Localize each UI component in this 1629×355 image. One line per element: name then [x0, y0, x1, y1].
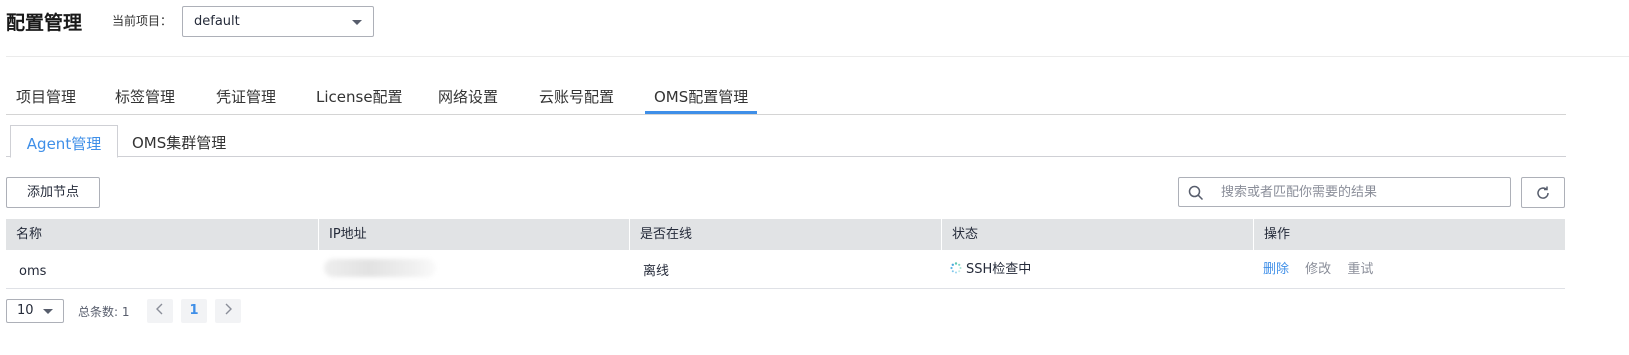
edit-link[interactable]: 修改 [1305, 262, 1331, 277]
sub-tabs: Agent管理 OMS集群管理 [6, 125, 1566, 158]
chevron-left-icon [156, 303, 163, 315]
total-count: 总条数: 1 [78, 305, 130, 319]
page-title: 配置管理 [6, 12, 83, 34]
agent-table: 名称 IP地址 是否在线 状态 操作 oms 离线 SSH检查中 删除 修改 重… [6, 219, 1565, 289]
add-node-button[interactable]: 添加节点 [6, 177, 100, 208]
tab-agent[interactable]: Agent管理 [10, 125, 118, 158]
cell-name: oms [19, 264, 47, 279]
prev-page-button[interactable] [147, 299, 173, 323]
tab-cloud-account[interactable]: 云账号配置 [539, 86, 614, 107]
tab-network[interactable]: 网络设置 [438, 86, 498, 107]
project-label: 当前项目： [112, 14, 173, 28]
column-header-status: 状态 [941, 219, 1253, 250]
table-header: 名称 IP地址 是否在线 状态 操作 [6, 219, 1565, 250]
tab-oms-cluster[interactable]: OMS集群管理 [132, 125, 226, 157]
header-divider [6, 56, 1629, 57]
search-input[interactable] [1221, 179, 1501, 205]
table-row: oms 离线 SSH检查中 删除 修改 重试 [6, 250, 1565, 289]
column-header-online: 是否在线 [629, 219, 941, 250]
cell-status: SSH检查中 [950, 250, 1031, 289]
main-tabs: 项目管理 标签管理 凭证管理 License配置 网络设置 云账号配置 OMS配… [6, 78, 1566, 115]
cell-ip-redacted [324, 259, 436, 277]
refresh-button[interactable] [1521, 177, 1565, 208]
project-select[interactable]: default [182, 6, 374, 37]
delete-link[interactable]: 删除 [1263, 262, 1289, 277]
chevron-down-icon [43, 309, 53, 314]
tab-credential[interactable]: 凭证管理 [216, 86, 276, 107]
project-select-value: default [194, 14, 240, 29]
refresh-icon [1537, 186, 1549, 199]
chevron-right-icon [225, 303, 232, 315]
column-header-name: 名称 [16, 227, 43, 242]
retry-link[interactable]: 重试 [1347, 262, 1373, 277]
page-size-select[interactable]: 10 [6, 299, 64, 323]
search-icon [1188, 185, 1204, 201]
tab-tag[interactable]: 标签管理 [115, 86, 175, 107]
loading-spinner-icon [950, 262, 962, 274]
chevron-down-icon [352, 20, 362, 25]
tab-license[interactable]: License配置 [316, 86, 403, 107]
search-box [1178, 177, 1511, 207]
page-size-value: 10 [17, 303, 34, 318]
cell-online: 离线 [643, 264, 670, 279]
tab-oms-config[interactable]: OMS配置管理 [644, 86, 758, 114]
current-page[interactable]: 1 [181, 299, 207, 323]
cell-actions: 删除 修改 重试 [1263, 250, 1385, 289]
tab-project[interactable]: 项目管理 [16, 86, 76, 107]
column-header-actions: 操作 [1253, 219, 1565, 250]
column-header-ip: IP地址 [318, 219, 629, 250]
status-text: SSH检查中 [966, 262, 1032, 277]
next-page-button[interactable] [215, 299, 241, 323]
